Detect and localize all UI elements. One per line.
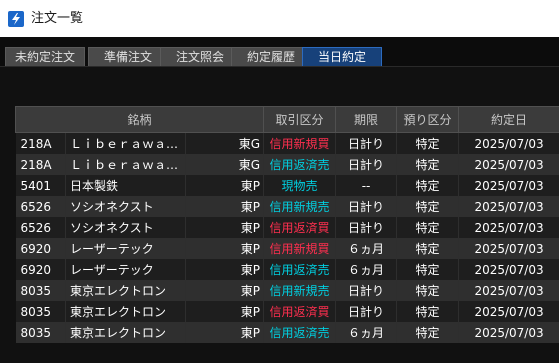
- cell-trade-type: 信用返済売: [263, 259, 337, 280]
- cell-account: 特定: [396, 301, 460, 322]
- cell-code: 218A: [15, 132, 66, 154]
- tab-prepared-orders[interactable]: 準備注文: [88, 47, 168, 67]
- cell-trade-type: 信用返済売: [263, 322, 337, 343]
- cell-trade-type: 信用新規売: [263, 280, 337, 301]
- cell-account: 特定: [396, 154, 460, 175]
- cell-date: 2025/07/03: [458, 154, 559, 175]
- table-row[interactable]: 6526 ソシオネクスト 東P 信用新規売 日計り 特定 2025/07/03: [15, 196, 559, 217]
- cell-code: 6526: [15, 217, 66, 238]
- cell-trade-type: 信用返済買: [263, 217, 337, 238]
- table-row[interactable]: 8035 東京エレクトロン 東P 信用新規売 日計り 特定 2025/07/03: [15, 280, 559, 301]
- table-row[interactable]: 6920 レーザーテック 東P 信用新規買 ６ヵ月 特定 2025/07/03: [15, 238, 559, 259]
- table-row[interactable]: 8035 東京エレクトロン 東P 信用返済売 ６ヵ月 特定 2025/07/03: [15, 322, 559, 343]
- table-row[interactable]: 8035 東京エレクトロン 東P 信用返済買 日計り 特定 2025/07/03: [15, 301, 559, 322]
- cell-name: 日本製鉄: [65, 175, 186, 196]
- executions-table: 銘柄 取引区分 期限 預り区分 約定日 218A Ｌｉｂｅｒａｗａ… 東G 信用…: [14, 106, 559, 343]
- cell-term: 日計り: [335, 280, 398, 301]
- table-row[interactable]: 218A Ｌｉｂｅｒａｗａ… 東G 信用新規買 日計り 特定 2025/07/0…: [15, 132, 559, 154]
- cell-account: 特定: [396, 238, 460, 259]
- cell-term: 日計り: [335, 196, 398, 217]
- column-header-execution-date[interactable]: 約定日: [458, 106, 559, 133]
- window-title: 注文一覧: [31, 11, 84, 26]
- cell-date: 2025/07/03: [458, 322, 559, 343]
- cell-trade-type: 信用返済売: [263, 154, 337, 175]
- cell-date: 2025/07/03: [458, 175, 559, 196]
- lightning-bolt-icon: [8, 11, 24, 27]
- cell-market: 東P: [185, 259, 265, 280]
- cell-market: 東P: [185, 238, 265, 259]
- cell-market: 東P: [185, 322, 265, 343]
- cell-term: --: [335, 175, 398, 196]
- cell-date: 2025/07/03: [458, 217, 559, 238]
- cell-date: 2025/07/03: [458, 196, 559, 217]
- cell-trade-type: 信用新規買: [263, 132, 337, 154]
- cell-trade-type: 現物売: [263, 175, 337, 196]
- cell-market: 東G: [185, 154, 265, 175]
- cell-term: ６ヵ月: [335, 259, 398, 280]
- cell-date: 2025/07/03: [458, 132, 559, 154]
- tab-strip: 未約定注文 準備注文 注文照会 約定履歴 当日約定: [0, 37, 559, 67]
- cell-code: 8035: [15, 280, 66, 301]
- cell-name: ソシオネクスト: [65, 196, 186, 217]
- cell-name: 東京エレクトロン: [65, 301, 186, 322]
- cell-account: 特定: [396, 196, 460, 217]
- tab-execution-history[interactable]: 約定履歴: [231, 47, 311, 67]
- cell-code: 6920: [15, 259, 66, 280]
- cell-market: 東P: [185, 280, 265, 301]
- cell-market: 東G: [185, 132, 265, 154]
- cell-term: 日計り: [335, 217, 398, 238]
- cell-market: 東P: [185, 175, 265, 196]
- cell-account: 特定: [396, 322, 460, 343]
- cell-name: 東京エレクトロン: [65, 322, 186, 343]
- cell-code: 218A: [15, 154, 66, 175]
- cell-code: 8035: [15, 322, 66, 343]
- table-row[interactable]: 6526 ソシオネクスト 東P 信用返済買 日計り 特定 2025/07/03: [15, 217, 559, 238]
- table-row[interactable]: 6920 レーザーテック 東P 信用返済売 ６ヵ月 特定 2025/07/03: [15, 259, 559, 280]
- tab-today-executions[interactable]: 当日約定: [302, 47, 382, 67]
- cell-name: レーザーテック: [65, 259, 186, 280]
- cell-account: 特定: [396, 132, 460, 154]
- cell-name: Ｌｉｂｅｒａｗａ…: [65, 132, 186, 154]
- cell-date: 2025/07/03: [458, 238, 559, 259]
- cell-code: 6920: [15, 238, 66, 259]
- cell-market: 東P: [185, 217, 265, 238]
- column-header-symbol[interactable]: 銘柄: [14, 106, 265, 133]
- cell-code: 6526: [15, 196, 66, 217]
- cell-account: 特定: [396, 280, 460, 301]
- cell-term: ６ヵ月: [335, 322, 398, 343]
- cell-term: ６ヵ月: [335, 238, 398, 259]
- cell-trade-type: 信用返済買: [263, 301, 337, 322]
- cell-term: 日計り: [335, 132, 398, 154]
- column-header-account-type[interactable]: 預り区分: [396, 106, 460, 133]
- column-header-trade-type[interactable]: 取引区分: [263, 106, 337, 133]
- cell-term: 日計り: [335, 154, 398, 175]
- table-row[interactable]: 218A Ｌｉｂｅｒａｗａ… 東G 信用返済売 日計り 特定 2025/07/0…: [15, 154, 559, 175]
- cell-date: 2025/07/03: [458, 280, 559, 301]
- cell-market: 東P: [185, 196, 265, 217]
- cell-account: 特定: [396, 217, 460, 238]
- cell-date: 2025/07/03: [458, 301, 559, 322]
- cell-market: 東P: [185, 301, 265, 322]
- column-header-term[interactable]: 期限: [335, 106, 398, 133]
- cell-name: 東京エレクトロン: [65, 280, 186, 301]
- tab-unexecuted-orders[interactable]: 未約定注文: [5, 47, 85, 67]
- cell-account: 特定: [396, 175, 460, 196]
- table-row[interactable]: 5401 日本製鉄 東P 現物売 -- 特定 2025/07/03: [15, 175, 559, 196]
- cell-trade-type: 信用新規買: [263, 238, 337, 259]
- cell-code: 8035: [15, 301, 66, 322]
- cell-name: Ｌｉｂｅｒａｗａ…: [65, 154, 186, 175]
- cell-name: レーザーテック: [65, 238, 186, 259]
- tab-order-inquiry[interactable]: 注文照会: [160, 47, 240, 67]
- title-bar: 注文一覧: [0, 0, 559, 38]
- cell-account: 特定: [396, 259, 460, 280]
- cell-name: ソシオネクスト: [65, 217, 186, 238]
- table-header-row: 銘柄 取引区分 期限 預り区分 約定日: [14, 106, 559, 133]
- cell-code: 5401: [15, 175, 66, 196]
- cell-term: 日計り: [335, 301, 398, 322]
- cell-trade-type: 信用新規売: [263, 196, 337, 217]
- cell-date: 2025/07/03: [458, 259, 559, 280]
